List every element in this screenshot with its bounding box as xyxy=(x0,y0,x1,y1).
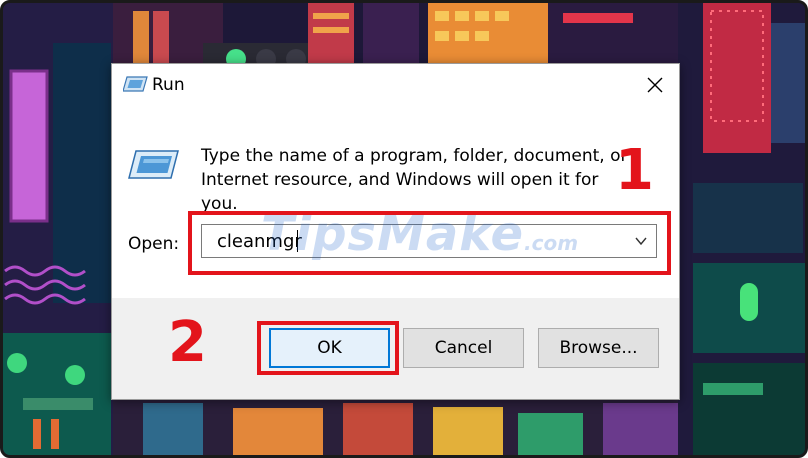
step-number-2: 2 xyxy=(168,310,207,375)
cancel-button[interactable]: Cancel xyxy=(403,328,524,368)
run-app-icon xyxy=(123,76,148,92)
title-bar: Run xyxy=(112,64,679,106)
close-icon xyxy=(647,77,663,93)
dialog-title: Run xyxy=(152,75,185,95)
browse-button[interactable]: Browse... xyxy=(538,328,659,368)
ok-highlight-box xyxy=(257,321,399,375)
step-number-1: 1 xyxy=(615,138,654,203)
input-highlight-box xyxy=(188,211,671,275)
screenshot-frame: Run Type the name of a program, folder, … xyxy=(0,0,808,458)
run-app-icon-large xyxy=(128,150,179,179)
open-label: Open: xyxy=(128,234,180,254)
close-button[interactable] xyxy=(635,68,675,102)
